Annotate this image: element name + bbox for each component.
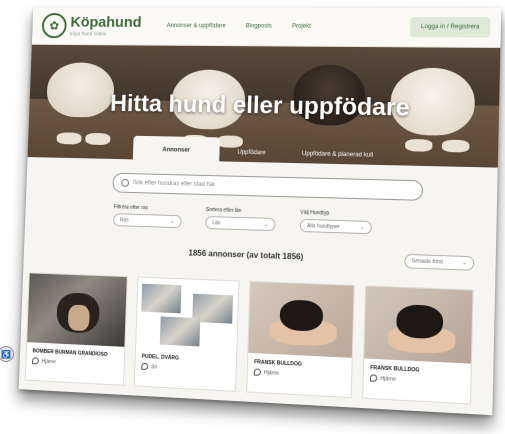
results-header: 1856 annonser (av totalt 1856) Senaste f… bbox=[43, 243, 475, 275]
main-content: Sök efter hundras eller stad här Filtrer… bbox=[19, 157, 498, 406]
filter-row: Filtrera efter ras Ras ⌄ Sortera efter l… bbox=[113, 204, 475, 237]
county-select[interactable]: Län ⌄ bbox=[205, 215, 276, 232]
nav-item-projekt[interactable]: Projekt bbox=[292, 24, 311, 30]
filter-label: Sortera efter län bbox=[205, 206, 242, 215]
logo-text: Köpahund bbox=[70, 14, 142, 31]
select-value: Län bbox=[212, 219, 221, 226]
browser-page: ✿ Köpahund köpa hund online Annonser & u… bbox=[18, 7, 502, 416]
puppy-face-shape bbox=[67, 304, 90, 332]
filter-breed: Filtrera efter ras Ras ⌄ bbox=[113, 204, 182, 229]
filter-label: Filtrera efter ras bbox=[113, 204, 149, 212]
hero-paw bbox=[85, 132, 111, 146]
location-text: Hjärne bbox=[263, 369, 280, 377]
tab-uppfodare[interactable]: Uppfödare bbox=[219, 139, 284, 162]
site-logo[interactable]: ✿ Köpahund köpa hund online bbox=[41, 13, 142, 39]
login-button[interactable]: Logga in / Registrera bbox=[410, 16, 491, 38]
listing-photo bbox=[248, 281, 354, 358]
photo-collage-tile bbox=[141, 283, 182, 314]
tab-annonser[interactable]: Annonser bbox=[132, 135, 220, 162]
sort-select[interactable]: Senaste först ⌄ bbox=[404, 253, 475, 271]
select-value: Alla hundtyper bbox=[306, 222, 340, 230]
location-pin-icon bbox=[369, 374, 378, 382]
accessibility-icon[interactable]: ♿ bbox=[0, 346, 14, 362]
chevron-down-icon: ⌄ bbox=[264, 221, 269, 228]
hero-banner: Hitta hund eller uppfödare Annonser Uppf… bbox=[27, 44, 501, 168]
listing-cards: Bomber Burman Grandioso Hjärne Pudel, Dv… bbox=[24, 272, 474, 405]
results-count: 1856 annonser (av totalt 1856) bbox=[188, 248, 304, 262]
location-text: Hjärne bbox=[41, 358, 56, 365]
search-placeholder: Sök efter hundras eller stad här bbox=[132, 180, 216, 189]
dogtype-select[interactable]: Alla hundtyper ⌄ bbox=[299, 218, 372, 235]
listing-card[interactable]: Fransk Bulldog Hjärne bbox=[246, 280, 355, 399]
breed-select[interactable]: Ras ⌄ bbox=[113, 213, 182, 229]
hero-paw bbox=[441, 139, 470, 153]
puppy-shape bbox=[279, 299, 324, 332]
photo-collage-tile bbox=[159, 316, 201, 347]
listing-location: Hjärne bbox=[253, 368, 345, 380]
listing-location: Sn bbox=[141, 362, 230, 375]
listing-card[interactable]: Bomber Burman Grandioso Hjärne bbox=[24, 272, 128, 386]
listing-photo bbox=[27, 273, 127, 347]
hero-paw bbox=[56, 132, 82, 145]
location-pin-icon bbox=[253, 368, 262, 376]
location-pin-icon bbox=[32, 357, 39, 365]
screenshot-stage: ✿ Köpahund köpa hund online Annonser & u… bbox=[0, 0, 505, 434]
chevron-down-icon: ⌄ bbox=[360, 224, 365, 231]
tab-planerad-kull[interactable]: Uppfödare & planerad kull bbox=[283, 141, 392, 166]
hero-paw bbox=[405, 138, 433, 152]
select-value: Ras bbox=[119, 216, 129, 224]
location-text: Hjärne bbox=[380, 375, 396, 383]
nav-item-blogposts[interactable]: Blogposts bbox=[245, 23, 272, 29]
listing-photo bbox=[364, 286, 473, 364]
location-text: Sn bbox=[151, 363, 158, 371]
nav-item-annonser[interactable]: Annonser & uppfödare bbox=[167, 23, 226, 29]
listing-card[interactable]: Fransk Bulldog Hjärne bbox=[362, 285, 474, 405]
main-nav: Annonser & uppfödare Blogposts Projekt bbox=[167, 23, 311, 30]
logo-text-group: Köpahund köpa hund online bbox=[70, 14, 142, 38]
filter-county: Sortera efter län Län ⌄ bbox=[205, 206, 276, 232]
logo-subtitle: köpa hund online bbox=[69, 31, 107, 38]
search-icon bbox=[121, 178, 130, 187]
filter-dogtype: Välj Hundtyp Alla hundtyper ⌄ bbox=[299, 209, 373, 235]
puppy-shape bbox=[396, 304, 444, 340]
listing-location: Hjärne bbox=[32, 357, 118, 368]
paw-logo-icon: ✿ bbox=[41, 13, 68, 39]
listing-location: Hjärne bbox=[369, 374, 464, 386]
filter-label: Välj Hundtyp bbox=[300, 209, 330, 217]
chevron-down-icon: ⌄ bbox=[170, 218, 175, 225]
listing-photo bbox=[136, 277, 239, 353]
top-navigation-bar: ✿ Köpahund köpa hund online Annonser & u… bbox=[31, 7, 502, 48]
location-pin-icon bbox=[141, 362, 149, 371]
listing-card[interactable]: Pudel, Dvärg Sn bbox=[133, 276, 240, 392]
chevron-down-icon: ⌄ bbox=[462, 259, 467, 267]
search-input[interactable]: Sök efter hundras eller stad här bbox=[112, 172, 424, 201]
sort-value: Senaste först bbox=[411, 258, 443, 266]
